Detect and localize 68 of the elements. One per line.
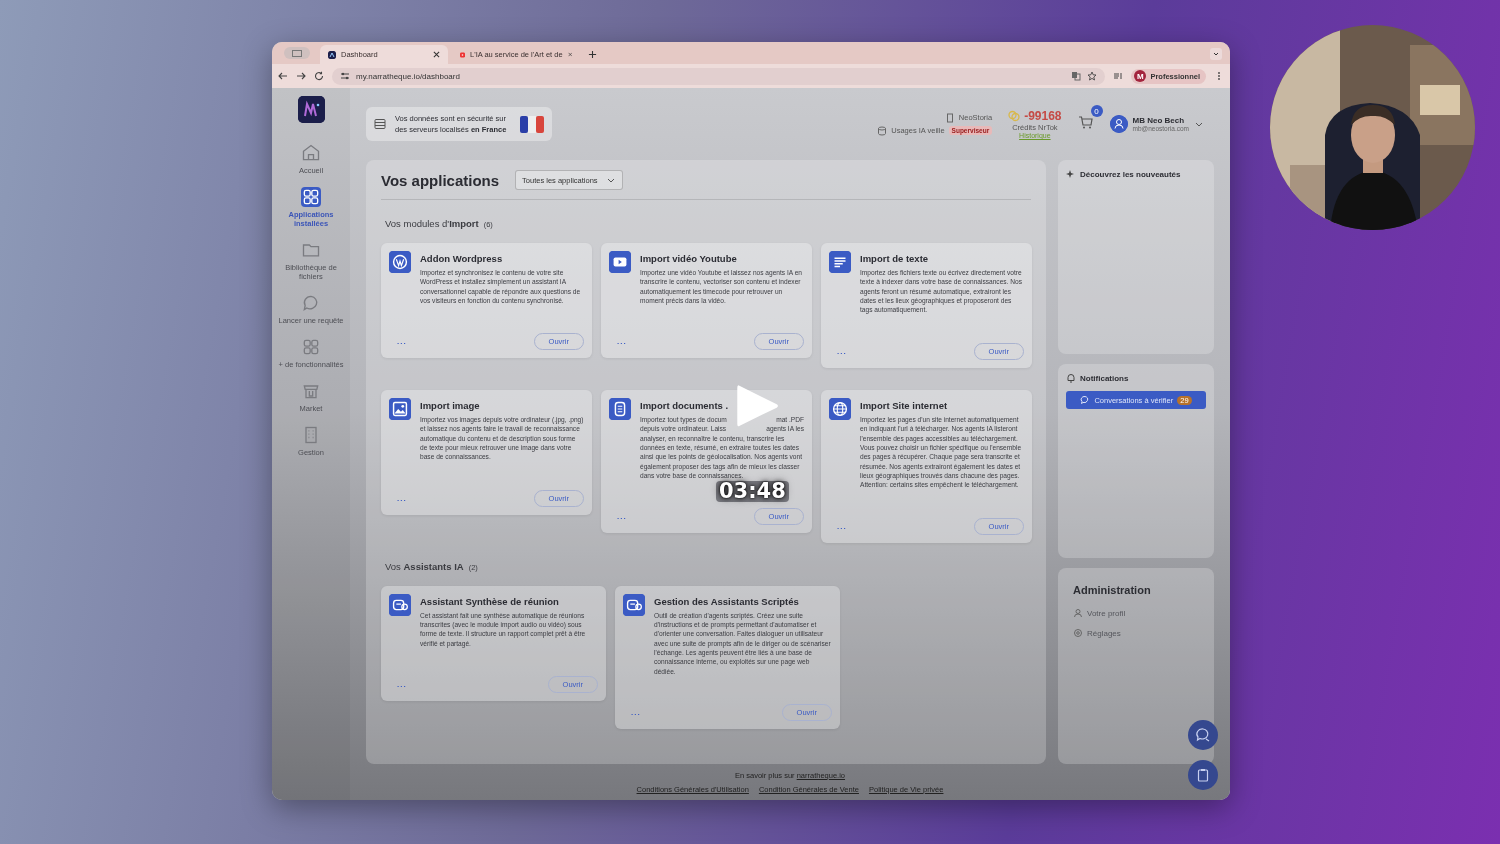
- chat-bubble-icon: [1195, 727, 1211, 743]
- robot-icon: [389, 593, 411, 616]
- star-icon[interactable]: [1087, 71, 1098, 81]
- robot-icon: [623, 593, 645, 616]
- more-options[interactable]: ...: [397, 680, 407, 690]
- card-title: Import vidéo Youtube: [640, 253, 738, 264]
- site-settings-icon[interactable]: [340, 71, 350, 81]
- more-options[interactable]: ...: [397, 493, 407, 503]
- more-options[interactable]: ...: [617, 337, 627, 347]
- clipboard-button[interactable]: [1188, 760, 1218, 790]
- panel-title: Notifications: [1080, 373, 1129, 383]
- card-title: Gestion des Assistants Scriptés: [654, 595, 800, 607]
- user-name: MB Neo Bech: [1132, 116, 1186, 125]
- card-title: Addon Wordpress: [420, 253, 504, 264]
- address-bar[interactable]: my.narratheque.io/dashboard: [332, 67, 1106, 85]
- document-icon: [609, 397, 631, 420]
- grid-icon: [301, 337, 321, 357]
- text-lines-icon: [829, 251, 851, 273]
- close-icon[interactable]: [433, 51, 440, 58]
- settings-icon: [1073, 628, 1083, 638]
- page-title: Vos applications: [381, 171, 500, 189]
- wordpress-icon: [389, 251, 411, 273]
- globe-icon: [829, 397, 851, 420]
- admin-link[interactable]: Votre profil: [1073, 608, 1126, 618]
- database-icon: [877, 125, 888, 136]
- more-options[interactable]: ...: [837, 346, 847, 356]
- translate-icon[interactable]: [1071, 71, 1082, 81]
- admin-link[interactable]: Réglages: [1073, 628, 1121, 638]
- building-icon: [944, 112, 955, 123]
- card-title: Import de texte: [860, 253, 930, 264]
- back-arrow-icon[interactable]: [278, 71, 288, 81]
- more-options[interactable]: ...: [837, 521, 847, 531]
- user-avatar-icon[interactable]: [1109, 115, 1128, 133]
- card-title: Import Site internet: [860, 399, 949, 411]
- tab-search-icon[interactable]: [284, 47, 310, 59]
- forward-arrow-icon[interactable]: [296, 71, 306, 81]
- video-play-icon: [460, 50, 466, 59]
- flag-icon: [520, 115, 544, 133]
- card-title: Import image: [420, 399, 481, 411]
- server-icon: [374, 118, 386, 130]
- chat-bubble-icon: [1080, 395, 1091, 405]
- card-title: Import documents .: [640, 399, 730, 411]
- coins-icon: [1008, 110, 1021, 122]
- section-heading: Vos modules d'Import: [385, 218, 479, 229]
- panel-title: Découvrez les nouveautés: [1080, 169, 1181, 179]
- chat-support-button[interactable]: [1188, 720, 1218, 750]
- more-options[interactable]: ...: [397, 337, 407, 347]
- home-icon: [301, 143, 321, 163]
- section-heading: Vos Assistants IA: [385, 560, 464, 572]
- card-title: Assistant Synthèse de réunion: [420, 595, 560, 607]
- more-options[interactable]: ...: [631, 708, 641, 718]
- cart-icon[interactable]: [1077, 114, 1094, 130]
- panel-title: Administration: [1073, 584, 1152, 596]
- sparkle-icon: [1066, 169, 1076, 179]
- reload-icon[interactable]: [314, 71, 324, 81]
- image-icon: [389, 397, 411, 420]
- chevron-down-icon[interactable]: [1210, 48, 1222, 60]
- cart-count: 0: [1090, 105, 1103, 117]
- clipboard-icon: [1195, 767, 1211, 783]
- bell-icon: [1066, 373, 1076, 383]
- credits-value: -99168: [1024, 109, 1062, 123]
- video-play-icon: [609, 251, 631, 273]
- new-tab-icon[interactable]: [588, 50, 597, 59]
- user-icon: [1073, 608, 1083, 618]
- app-logo[interactable]: [297, 96, 325, 123]
- apps-icon: [301, 187, 321, 207]
- app-logo-icon: [328, 50, 336, 59]
- more-options[interactable]: ...: [617, 512, 627, 522]
